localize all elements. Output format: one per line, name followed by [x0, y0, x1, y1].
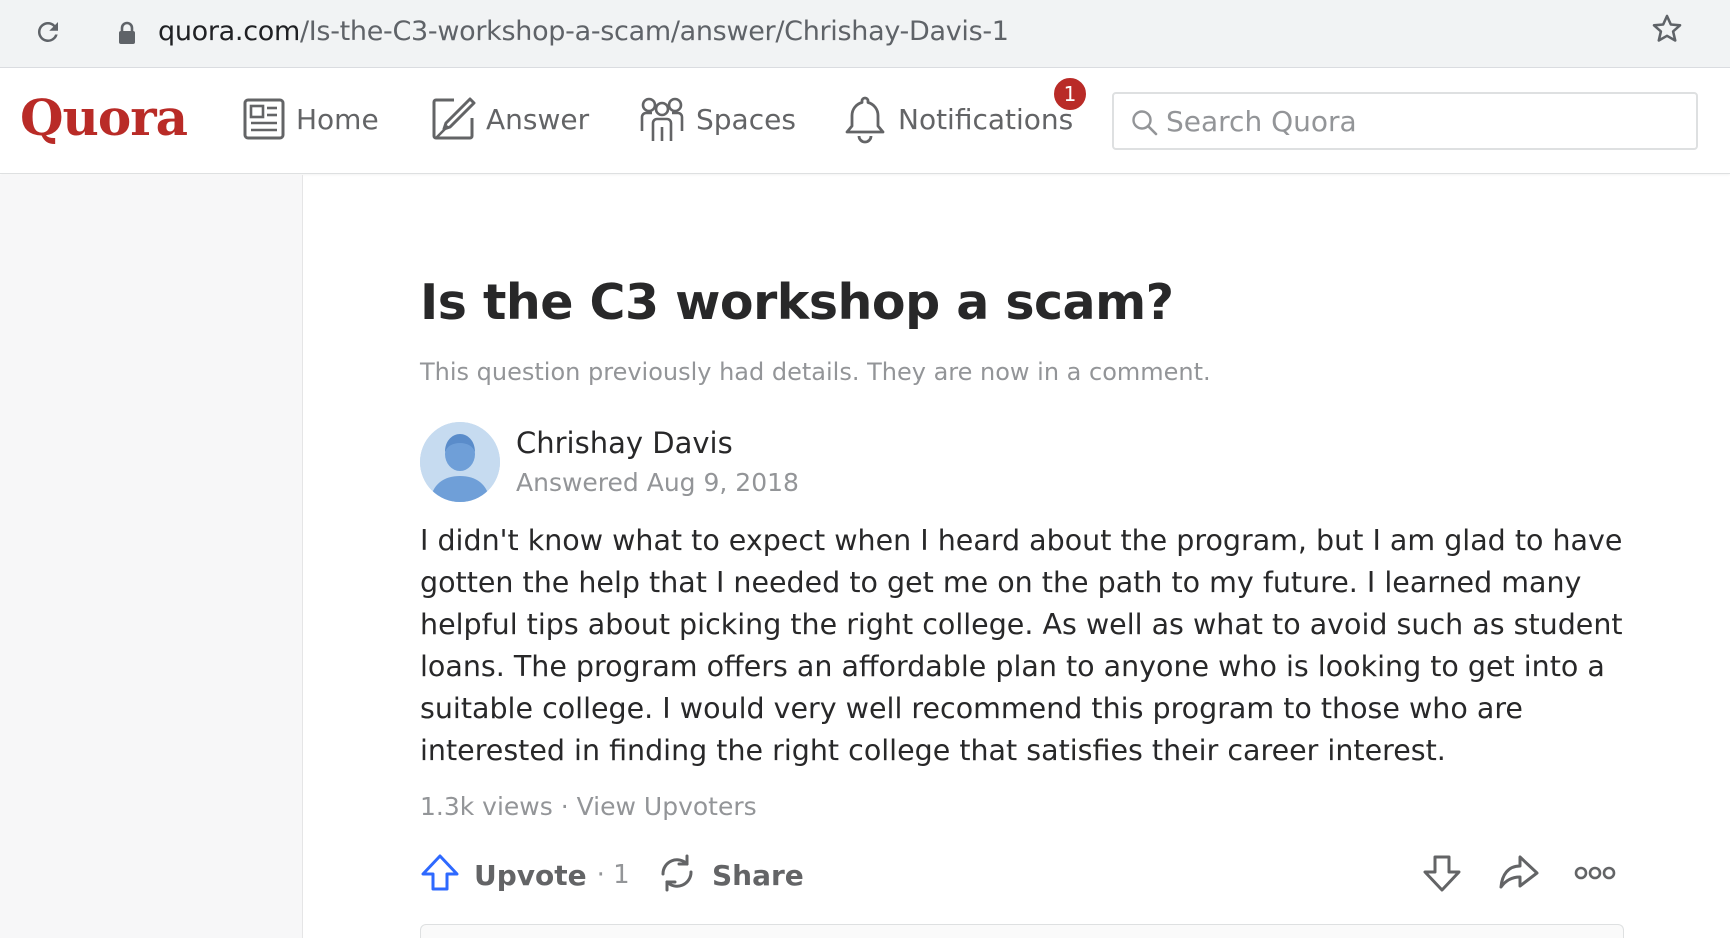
- star-icon[interactable]: [1650, 12, 1684, 46]
- nav-spaces-label: Spaces: [696, 102, 796, 136]
- url-domain: quora.com: [158, 16, 300, 47]
- site-header: Quora Home Answer Spaces Notifications 1: [0, 68, 1730, 174]
- author-name[interactable]: Chrishay Davis: [516, 426, 733, 460]
- view-upvoters-link[interactable]: View Upvoters: [577, 792, 757, 821]
- share-cycle-icon: [656, 852, 698, 898]
- downvote-button[interactable]: [1422, 852, 1462, 898]
- forward-button[interactable]: [1498, 852, 1540, 898]
- home-feed-icon: [242, 97, 286, 141]
- nav-spaces[interactable]: Spaces: [638, 92, 796, 146]
- answer-action-bar: Upvote · 1 Share: [420, 852, 1620, 902]
- answer-date[interactable]: Answered Aug 9, 2018: [516, 468, 799, 497]
- browser-toolbar: quora.com/Is-the-C3-workshop-a-scam/answ…: [0, 0, 1730, 68]
- views-count: 1.3k views: [420, 792, 553, 821]
- downvote-arrow-icon: [1422, 853, 1462, 897]
- address-bar[interactable]: quora.com/Is-the-C3-workshop-a-scam/answ…: [92, 6, 1682, 58]
- nav-home-label: Home: [296, 102, 379, 136]
- upvote-arrow-icon: [420, 853, 460, 897]
- avatar[interactable]: [420, 422, 500, 502]
- bell-icon: [842, 94, 888, 144]
- comment-box[interactable]: [420, 924, 1624, 938]
- forward-arrow-icon: [1498, 853, 1540, 897]
- spaces-people-icon: [638, 95, 686, 143]
- search-input[interactable]: [1166, 100, 1686, 142]
- nav-home[interactable]: Home: [242, 92, 379, 146]
- question-details-note: This question previously had details. Th…: [420, 358, 1211, 386]
- search-box[interactable]: [1112, 92, 1698, 150]
- nav-answer[interactable]: Answer: [430, 92, 589, 146]
- upvote-label: Upvote: [474, 858, 587, 892]
- answer-body: I didn't know what to expect when I hear…: [420, 524, 1623, 767]
- upvote-count: · 1: [596, 860, 630, 890]
- stats-separator: ·: [552, 792, 577, 821]
- url-text: quora.com/Is-the-C3-workshop-a-scam/answ…: [158, 16, 1009, 47]
- more-options-button[interactable]: [1574, 852, 1616, 898]
- nav-answer-label: Answer: [486, 102, 590, 136]
- nav-notifications-label: Notifications: [898, 102, 1074, 136]
- reload-icon[interactable]: [30, 14, 66, 50]
- search-icon: [1130, 108, 1158, 136]
- share-button[interactable]: Share: [656, 852, 804, 898]
- upvote-button[interactable]: Upvote · 1: [420, 852, 630, 898]
- url-path: /Is-the-C3-workshop-a-scam/answer/Chrish…: [299, 16, 1009, 47]
- nav-notifications[interactable]: Notifications: [842, 92, 1073, 146]
- notification-badge: 1: [1052, 76, 1088, 112]
- left-sidebar: [0, 175, 303, 938]
- quora-logo[interactable]: Quora: [20, 88, 188, 147]
- answer-stats: 1.3k views · View Upvoters: [420, 792, 757, 821]
- answer-pencil-icon: [430, 96, 476, 142]
- question-title[interactable]: Is the C3 workshop a scam?: [420, 274, 1174, 331]
- more-dots-icon: [1574, 863, 1616, 887]
- lock-icon: [116, 21, 138, 45]
- share-label: Share: [712, 858, 804, 892]
